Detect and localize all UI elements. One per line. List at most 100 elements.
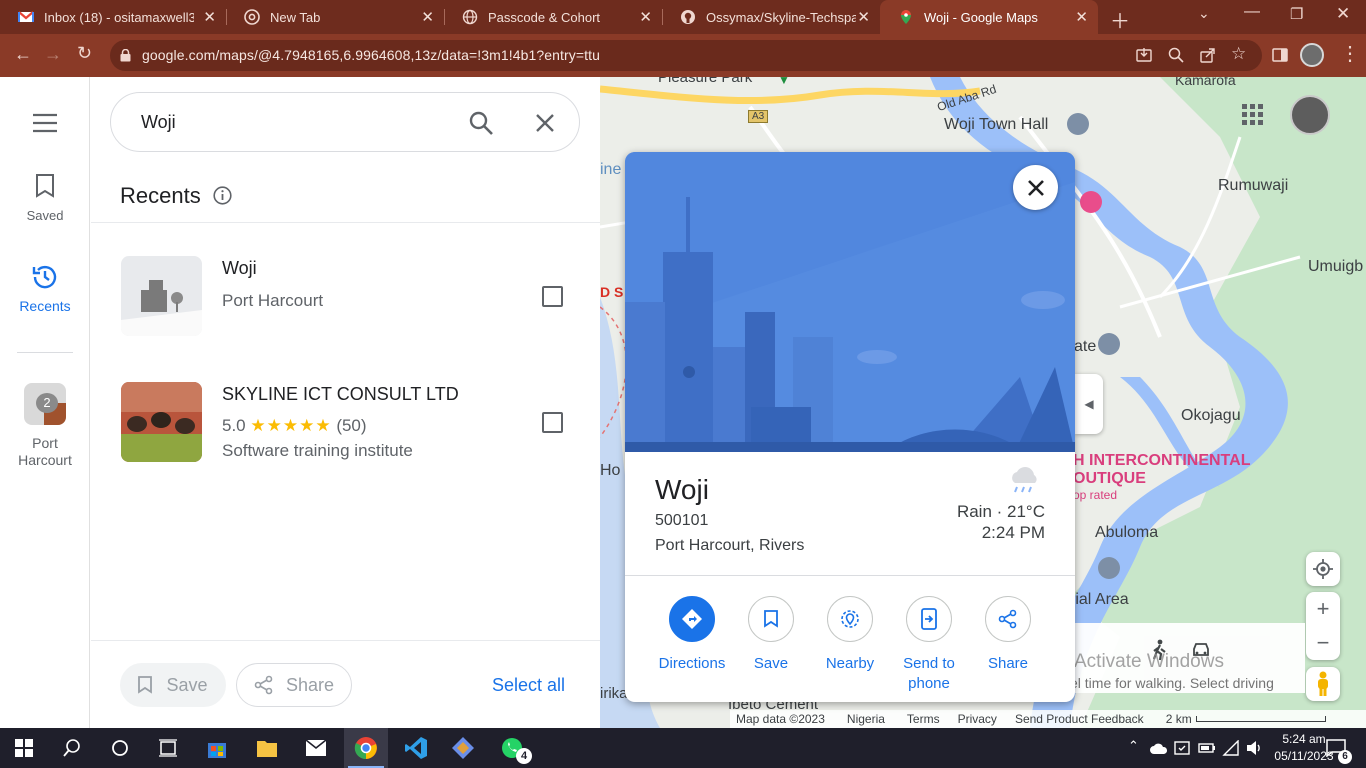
security-icon[interactable] — [1174, 740, 1190, 756]
card-save-button[interactable]: Save — [731, 596, 811, 674]
result-title[interactable]: SKYLINE ICT CONSULT LTD — [222, 384, 459, 405]
save-button[interactable]: Save — [120, 663, 226, 707]
skyline-thumbnail[interactable] — [121, 382, 202, 462]
account-avatar[interactable] — [1290, 95, 1330, 135]
rail-recents[interactable]: Recents — [0, 263, 90, 314]
url-text[interactable]: google.com/maps/@4.7948165,6.9964608,13z… — [142, 47, 600, 63]
recents-heading: Recents — [120, 183, 232, 209]
install-icon[interactable] — [1136, 47, 1152, 63]
tab-gmail[interactable]: Inbox (18) - ositamaxwell34@ ✕ — [0, 0, 226, 34]
result-checkbox[interactable] — [542, 286, 563, 307]
terms-link[interactable]: Terms — [907, 712, 940, 726]
nearby-button[interactable]: Nearby — [810, 596, 890, 674]
vscode-icon[interactable] — [404, 736, 428, 760]
tab-label: Passcode & Cohort — [488, 9, 601, 25]
tray-chevron-icon[interactable]: ⌃ — [1128, 738, 1139, 754]
share-button[interactable]: Share — [236, 663, 352, 707]
mail-icon[interactable] — [305, 739, 327, 757]
map-label-hotel-2[interactable]: OUTIQUE — [1073, 470, 1146, 488]
tab-github[interactable]: Ossymax/Skyline-Techspace ✕ — [662, 0, 880, 34]
back-arrow-icon[interactable]: ← — [14, 44, 32, 65]
send-to-phone-button[interactable]: Send to phone — [889, 596, 969, 694]
privacy-link[interactable]: Privacy — [958, 712, 997, 726]
forward-arrow-icon[interactable]: → — [44, 44, 62, 65]
my-location-icon — [1313, 559, 1333, 579]
map-label-rumuwaji: Rumuwaji — [1218, 177, 1289, 194]
menu-icon[interactable] — [32, 113, 58, 133]
close-icon[interactable]: ✕ — [421, 8, 434, 26]
cortana-icon[interactable] — [111, 739, 129, 757]
close-icon[interactable]: ✕ — [1075, 8, 1088, 26]
apps-grid-icon[interactable] — [1242, 104, 1264, 126]
chevron-down-icon[interactable]: ⌄ — [1198, 5, 1210, 22]
profile-avatar[interactable] — [1300, 43, 1324, 67]
result-checkbox[interactable] — [542, 412, 563, 433]
task-view-icon[interactable] — [159, 739, 177, 757]
bookmark-star-icon[interactable]: ☆ — [1231, 44, 1246, 64]
taskbar-search-icon[interactable] — [63, 739, 81, 757]
close-card-button[interactable] — [1013, 165, 1058, 210]
file-explorer-icon[interactable] — [256, 738, 278, 758]
clear-search-icon[interactable] — [535, 113, 555, 133]
reload-icon[interactable]: ↻ — [77, 43, 92, 64]
wifi-icon[interactable] — [1222, 740, 1240, 756]
tab-passcode[interactable]: Passcode & Cohort ✕ — [444, 0, 662, 34]
collapse-panel-button[interactable]: ◀ — [1075, 374, 1103, 434]
townhall-pin-icon[interactable] — [1067, 113, 1089, 135]
close-icon[interactable]: ✕ — [203, 8, 216, 26]
tab-google-maps[interactable]: Woji - Google Maps ✕ — [880, 0, 1098, 34]
map-label-pleasure-park[interactable]: Pleasure Park — [658, 77, 752, 86]
minimize-icon[interactable]: — — [1244, 3, 1260, 21]
zoom-out-button[interactable]: − — [1317, 626, 1330, 660]
tab-label: Inbox (18) - ositamaxwell34@ — [44, 9, 194, 25]
directions-button[interactable]: Directions — [652, 596, 732, 674]
map-label-woji-town-hall[interactable]: Woji Town Hall — [944, 116, 1048, 134]
card-divider — [625, 575, 1075, 576]
search-input[interactable]: Woji — [141, 112, 176, 133]
send-to-phone-icon — [921, 608, 937, 630]
rail-recent-place[interactable]: 2 Port Harcourt — [0, 383, 90, 469]
battery-icon[interactable] — [1198, 741, 1216, 755]
share-page-icon[interactable] — [1200, 47, 1216, 63]
card-share-button[interactable]: Share — [968, 596, 1048, 674]
map-data-credit: Map data ©2023 — [736, 712, 825, 726]
search-icon[interactable] — [469, 111, 493, 135]
info-icon[interactable] — [213, 186, 232, 205]
my-location-button[interactable] — [1306, 552, 1340, 586]
hotel-pin-icon[interactable] — [1080, 191, 1102, 213]
map-region-link[interactable]: Nigeria — [847, 712, 885, 726]
select-all-link[interactable]: Select all — [492, 675, 565, 696]
new-tab-plus-icon[interactable]: ＋ — [1110, 5, 1130, 34]
map-label-ho: Ho — [600, 462, 621, 479]
watermark-subtext: el time for walking. Select driving — [1070, 675, 1274, 691]
woji-thumbnail[interactable] — [121, 256, 202, 336]
more-vert-icon[interactable]: ⋮ — [1340, 41, 1360, 66]
close-icon[interactable]: ✕ — [639, 8, 652, 26]
result-title[interactable]: Woji — [222, 258, 257, 279]
pegman-button[interactable] — [1306, 667, 1340, 701]
feedback-link[interactable]: Send Product Feedback — [1015, 712, 1144, 726]
map-label-ine: ine — [600, 161, 622, 178]
place-pin-icon[interactable] — [1098, 557, 1120, 579]
restore-icon[interactable]: ❐ — [1290, 5, 1303, 23]
place-pin-icon[interactable] — [1098, 333, 1120, 355]
scale-label[interactable]: 2 km — [1166, 712, 1192, 726]
store-icon[interactable] — [206, 737, 228, 759]
close-icon[interactable]: ✕ — [857, 8, 870, 26]
windows-start-icon[interactable] — [15, 739, 33, 757]
park-pin-icon[interactable]: ▼ — [778, 77, 790, 87]
rail-saved[interactable]: Saved — [0, 173, 90, 223]
side-panel-icon[interactable] — [1272, 47, 1288, 63]
volume-icon[interactable] — [1245, 740, 1263, 756]
share-label: Share — [285, 674, 335, 695]
search-box[interactable]: Woji — [110, 92, 580, 152]
weather-text: Rain · 21°C — [956, 502, 1045, 521]
map-label-hotel[interactable]: H INTERCONTINENTAL — [1073, 452, 1250, 470]
zoom-icon[interactable] — [1168, 47, 1184, 63]
tab-new-tab[interactable]: New Tab ✕ — [226, 0, 444, 34]
zoom-in-button[interactable]: + — [1317, 592, 1330, 626]
onedrive-icon[interactable] — [1150, 741, 1168, 755]
chrome-taskbar-icon[interactable] — [354, 736, 378, 760]
close-window-icon[interactable]: ✕ — [1336, 4, 1350, 24]
git-client-icon[interactable] — [451, 736, 475, 760]
